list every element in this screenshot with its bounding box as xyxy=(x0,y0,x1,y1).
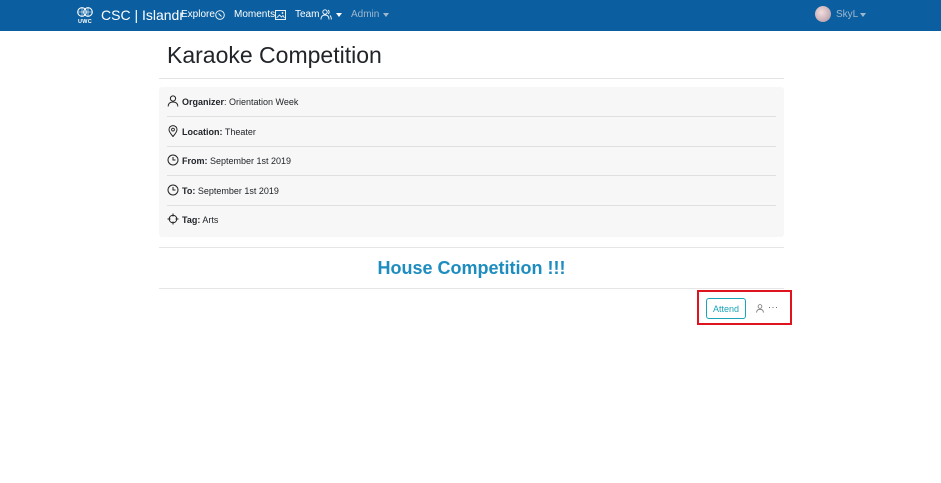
to-label: To: xyxy=(182,186,196,196)
to-value: September 1st 2019 xyxy=(195,186,279,196)
location-pin-icon xyxy=(168,125,178,137)
crosshair-icon xyxy=(167,213,179,225)
title-divider xyxy=(159,78,784,79)
attendee-user-icon[interactable] xyxy=(756,304,764,313)
nav-explore[interactable]: Explore xyxy=(181,9,215,20)
compass-icon xyxy=(215,10,225,20)
clock-icon xyxy=(167,154,179,166)
brand-name[interactable]: CSC | Islandr xyxy=(101,7,184,23)
top-navbar: UWC CSC | Islandr Explore Moments Team A… xyxy=(0,0,941,31)
tag-label: Tag: xyxy=(182,215,201,225)
admin-chevron-down-icon[interactable] xyxy=(383,13,389,17)
user-icon xyxy=(167,95,179,107)
user-chevron-down-icon[interactable] xyxy=(860,13,866,17)
clock-icon xyxy=(167,184,179,196)
user-avatar[interactable] xyxy=(815,6,831,22)
user-name[interactable]: SkyL xyxy=(836,9,858,20)
globe-icon xyxy=(77,7,93,17)
nav-team[interactable]: Team xyxy=(295,9,319,20)
uwc-logo[interactable]: UWC xyxy=(76,5,96,27)
detail-row-from: From: September 1st 2019 xyxy=(167,146,776,176)
page-title: Karaoke Competition xyxy=(167,42,382,68)
team-chevron-down-icon[interactable] xyxy=(336,13,342,17)
description-heading: House Competition !!! xyxy=(377,258,566,278)
section-divider xyxy=(159,288,784,289)
location-value: Theater xyxy=(222,127,256,137)
logo-text: UWC xyxy=(78,19,93,25)
detail-row-location: Location: Theater xyxy=(167,117,776,147)
from-label: From: xyxy=(182,156,208,166)
event-details-card: Organizer: Orientation Week Location: Th… xyxy=(159,87,784,237)
from-value: September 1st 2019 xyxy=(207,156,292,166)
nav-moments[interactable]: Moments xyxy=(234,9,275,20)
detail-row-organizer: Organizer: Orientation Week xyxy=(167,87,776,117)
tag-value: Arts xyxy=(200,215,219,225)
detail-row-to: To: September 1st 2019 xyxy=(167,176,776,206)
attend-button[interactable]: Attend xyxy=(706,298,746,319)
location-label: Location: xyxy=(182,127,223,137)
image-icon xyxy=(275,10,286,20)
detail-row-tag: Tag: Arts xyxy=(167,205,776,234)
more-attendees-button[interactable]: ··· xyxy=(768,302,779,312)
users-icon xyxy=(320,9,332,20)
organizer-value: : Orientation Week xyxy=(224,97,299,107)
section-divider xyxy=(159,247,784,248)
nav-admin[interactable]: Admin xyxy=(351,9,379,20)
organizer-label: Organizer xyxy=(182,97,225,107)
